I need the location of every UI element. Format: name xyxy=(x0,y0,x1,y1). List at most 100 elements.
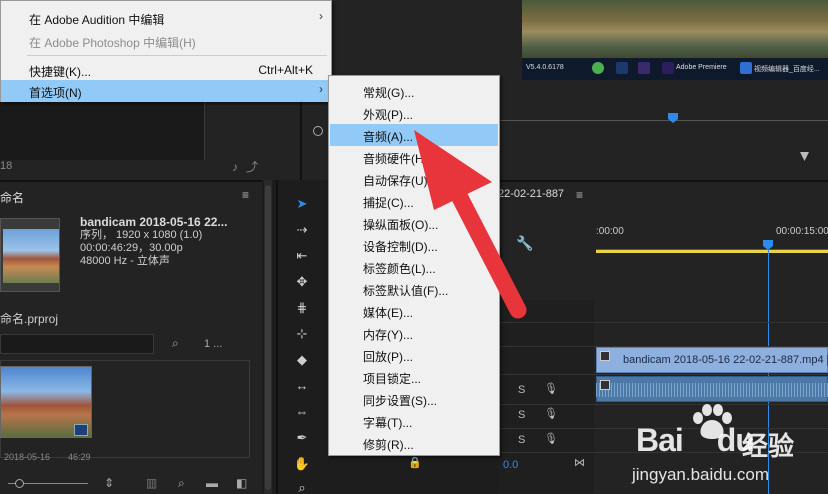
pref-captions[interactable]: 字幕(T)... xyxy=(330,410,498,432)
menu-item-label: 同步设置(S)... xyxy=(363,394,437,408)
editor-icon xyxy=(740,62,752,74)
menu-item-shortcut: Ctrl+Alt+K xyxy=(258,63,313,77)
solo-button[interactable]: S xyxy=(518,384,525,396)
rate-stretch-icon[interactable]: ⋕ xyxy=(292,300,312,316)
pen-icon[interactable]: ✒ xyxy=(292,430,312,446)
timeline-menu-icon[interactable]: ≡ xyxy=(576,188,583,202)
panel-menu-icon[interactable]: ≡ xyxy=(242,188,249,202)
watermark-cn: 经验 xyxy=(742,432,795,462)
pref-general[interactable]: 常规(G)... xyxy=(330,80,498,102)
timeline-ruler[interactable] xyxy=(596,238,828,250)
rolling-edit-icon[interactable]: ✥ xyxy=(292,274,312,290)
menu-item-label: 项目锁定... xyxy=(363,372,422,386)
timecode-start: :00:00 xyxy=(596,226,624,237)
lock-icon[interactable]: 🔒 xyxy=(408,456,422,469)
find-bottom-icon[interactable]: ⌕ xyxy=(178,476,185,491)
clip-info: bandicam 2018-05-16 22... 序列， 1920 x 108… xyxy=(80,216,227,268)
menu-item-label: 常规(G)... xyxy=(363,86,415,100)
fx-badge-icon xyxy=(600,351,610,361)
menu-separator xyxy=(27,55,327,56)
mic-icon[interactable]: 🎙 xyxy=(544,382,558,395)
pref-playback[interactable]: 回放(P)... xyxy=(330,344,498,366)
project-scrollbar-thumb[interactable] xyxy=(265,185,271,490)
find-icon[interactable]: ⌕ xyxy=(172,336,179,351)
hand-icon[interactable]: ✋ xyxy=(292,456,312,472)
marker-circle-icon[interactable] xyxy=(313,126,323,136)
bin-item-date: 2018-05-16 xyxy=(4,452,51,462)
track-divider xyxy=(498,374,828,375)
track-resize-icon[interactable]: ⋈ xyxy=(574,456,585,469)
track-divider xyxy=(498,404,828,405)
submenu-arrow-icon: › xyxy=(319,82,323,96)
fx-badge-icon xyxy=(600,380,610,390)
ripple-edit-icon[interactable]: ⇤ xyxy=(292,248,312,264)
program-video-frame xyxy=(522,0,828,58)
sort-icon[interactable]: ⇕ xyxy=(104,476,114,490)
razor-mode-icon[interactable]: ⊹ xyxy=(292,326,312,342)
new-item-icon[interactable]: ◧ xyxy=(236,476,247,490)
video-clip[interactable]: bandicam 2018-05-16 22-02-21-887.mp4 [ xyxy=(596,347,828,373)
item-count: 1 ... xyxy=(204,338,223,350)
menu-item-edit-in-photoshop[interactable]: 在 Adobe Photoshop 中编辑(H) xyxy=(1,30,331,52)
menu-item-preferences[interactable]: 首选项(N) › xyxy=(1,80,331,102)
annotation-arrow-icon xyxy=(414,130,527,319)
taskbar-version: V5.4.0.6178 xyxy=(526,64,564,71)
photoshop-icon xyxy=(616,62,628,74)
video-clip-name: bandicam 2018-05-16 22-02-21-887.mp4 [ xyxy=(623,354,828,366)
menu-item-label: 在 Adobe Audition 中编辑 xyxy=(29,13,165,27)
timecode-15s: 00:00:15:00 xyxy=(776,226,828,237)
mic-icon[interactable]: 🎙 xyxy=(544,407,558,420)
solo-button[interactable]: S xyxy=(518,409,525,421)
thumbnail-image xyxy=(3,229,59,283)
new-bin-icon[interactable]: ▬ xyxy=(206,476,218,490)
watermark-brand-bai: Bai xyxy=(636,422,684,458)
work-area-bar[interactable] xyxy=(596,250,828,253)
watermark-brand: Bai du xyxy=(636,422,755,459)
pref-sync-settings[interactable]: 同步设置(S)... xyxy=(330,388,498,410)
pref-trim[interactable]: 修剪(R)... xyxy=(330,432,498,454)
slide-icon[interactable]: ⇔ xyxy=(292,404,312,419)
sequence-thumbnail[interactable] xyxy=(0,218,60,292)
menu-item-label: 首选项(N) xyxy=(29,86,82,100)
menu-item-edit-in-audition[interactable]: 在 Adobe Audition 中编辑 › xyxy=(1,7,331,29)
menu-item-label: 快捷键(K)... xyxy=(29,65,91,79)
after-effects-icon xyxy=(638,62,650,74)
master-volume[interactable]: 0.0 xyxy=(503,459,518,471)
project-search-input[interactable] xyxy=(0,334,154,354)
clip-duration: 00:00:46:29，30.00p xyxy=(80,242,183,254)
menu-item-label: 在 Adobe Photoshop 中编辑(H) xyxy=(29,36,196,50)
pref-project-locking[interactable]: 项目锁定... xyxy=(330,366,498,388)
bin-item-duration: 46:29 xyxy=(68,452,91,462)
mic-icon[interactable]: 🎙 xyxy=(544,432,558,445)
automate-icon[interactable]: ▥ xyxy=(146,476,157,490)
taskbar-editor: 视频编辑器_百度经... xyxy=(754,66,820,73)
clip-name: bandicam 2018-05-16 22... xyxy=(80,215,228,229)
solo-button[interactable]: S xyxy=(518,434,525,446)
submenu-arrow-icon: › xyxy=(319,9,323,23)
zoom-icon[interactable]: ⌕ xyxy=(292,480,312,494)
menu-item-keyboard-shortcuts[interactable]: 快捷键(K)... Ctrl+Alt+K xyxy=(1,59,331,81)
clip-type: 序列， 1920 x 1080 (1.0) xyxy=(80,229,203,241)
export-frame-icons[interactable]: ♪⤴ xyxy=(232,158,266,175)
embedded-taskbar: V5.4.0.6178 Adobe Premiere 视频编辑器_百度经... xyxy=(522,58,828,80)
razor-icon[interactable]: ◆ xyxy=(292,352,312,368)
menu-item-label: 回放(P)... xyxy=(363,350,413,364)
menu-item-label: 字幕(T)... xyxy=(363,416,413,430)
audio-waveform xyxy=(596,383,828,397)
project-title: 命名 xyxy=(0,191,25,205)
source-panel-number: 18 xyxy=(0,160,13,172)
selection-tool-icon[interactable]: ➤ xyxy=(292,196,312,212)
edit-menu: 在 Adobe Audition 中编辑 › 在 Adobe Photoshop… xyxy=(0,0,332,102)
slip-icon[interactable]: ↔ xyxy=(292,378,312,393)
watermark-url: jingyan.baidu.com xyxy=(632,465,770,484)
premiere-icon xyxy=(662,62,674,74)
clip-audio: 48000 Hz - 立体声 xyxy=(80,255,170,267)
sequence-badge-icon xyxy=(74,424,88,436)
zoom-slider-knob[interactable] xyxy=(15,479,24,488)
project-file-name: 命名.prproj xyxy=(0,312,59,326)
taskbar-premiere: Adobe Premiere xyxy=(676,64,727,71)
app-icon xyxy=(592,62,604,74)
track-select-icon[interactable]: ⇢ xyxy=(292,222,312,238)
source-panel-inner xyxy=(0,100,205,160)
menu-item-label: 修剪(R)... xyxy=(363,438,414,452)
